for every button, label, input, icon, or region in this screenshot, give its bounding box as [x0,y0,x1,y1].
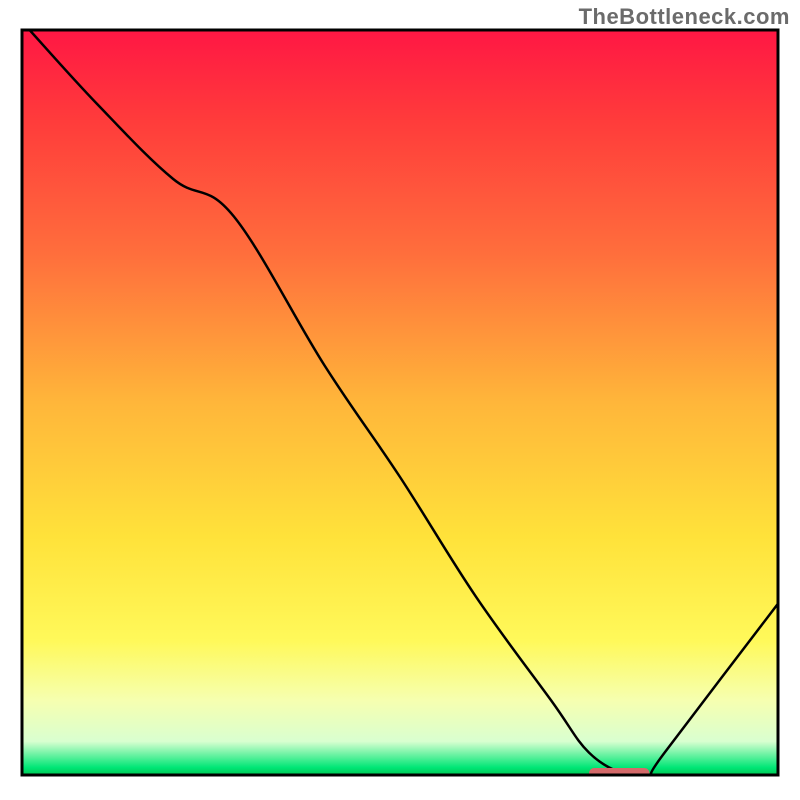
bottleneck-chart [0,0,800,800]
watermark-text: TheBottleneck.com [579,4,790,30]
chart-container: TheBottleneck.com [0,0,800,800]
gradient-background [22,30,778,775]
